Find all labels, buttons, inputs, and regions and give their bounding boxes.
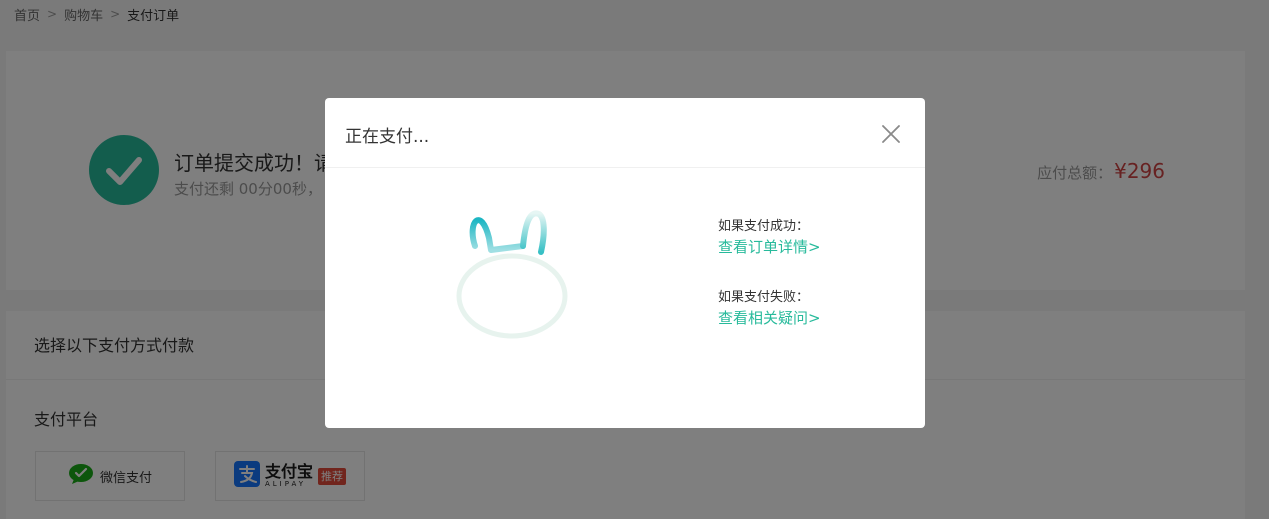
rabbit-loading-icon bbox=[453, 208, 573, 352]
paying-dialog: 正在支付... 如果支付成功： 查看订单详情> 如果支付失败： 查看相关疑问> bbox=[325, 98, 925, 428]
view-order-details-link[interactable]: 查看订单详情> bbox=[718, 236, 821, 258]
view-faq-link[interactable]: 查看相关疑问> bbox=[718, 307, 821, 329]
success-hint: 如果支付成功： bbox=[718, 219, 810, 234]
fail-hint: 如果支付失败： bbox=[718, 290, 810, 305]
dialog-header: 正在支付... bbox=[325, 98, 925, 168]
close-icon[interactable] bbox=[878, 121, 904, 147]
dialog-title: 正在支付... bbox=[345, 127, 430, 147]
success-hint-block: 如果支付成功： 查看订单详情> bbox=[718, 218, 821, 258]
fail-hint-block: 如果支付失败： 查看相关疑问> bbox=[718, 289, 821, 329]
